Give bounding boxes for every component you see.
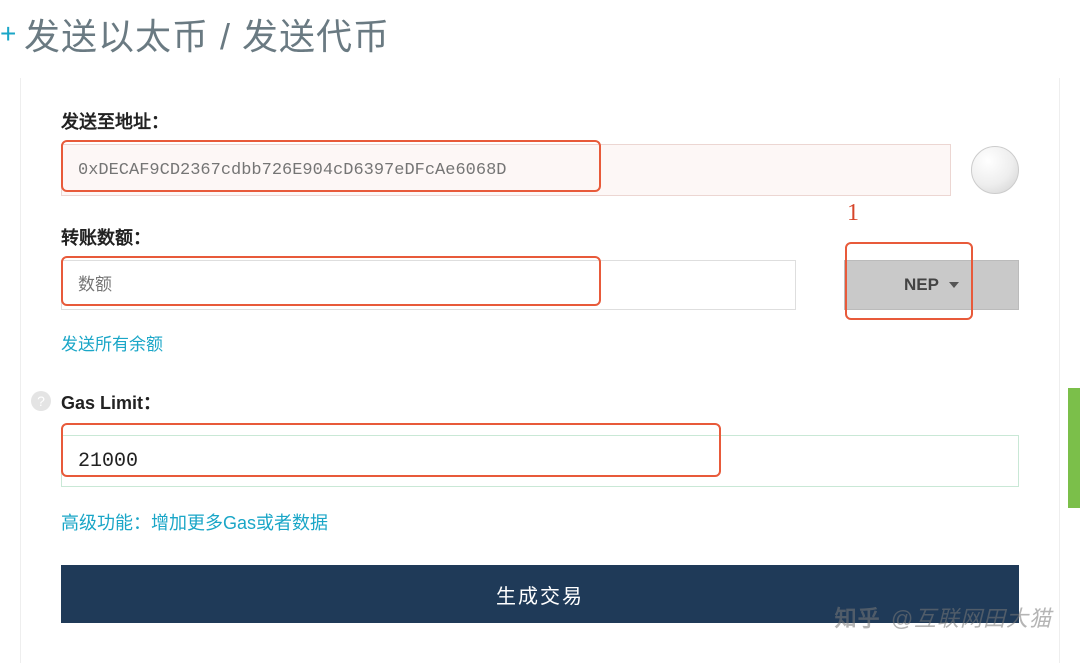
gas-limit-input[interactable]: [61, 435, 1019, 487]
caret-down-icon: [949, 282, 959, 288]
watermark-handle: @互联网田大猫: [891, 601, 1052, 633]
advanced-options-link[interactable]: 高级功能：增加更多Gas或者数据: [61, 509, 328, 535]
address-input[interactable]: [61, 144, 951, 196]
gas-label: Gas Limit：: [61, 389, 1019, 415]
help-icon[interactable]: ?: [31, 391, 51, 411]
page-title: 发送以太币 / 发送代币: [0, 0, 1080, 78]
token-selected-label: NEP: [904, 275, 939, 295]
gas-field-group: ? Gas Limit： 高级功能：增加更多Gas或者数据: [61, 389, 1019, 535]
annotation-marker-1: 1: [847, 200, 859, 227]
side-accent-bar: [1068, 388, 1080, 508]
zhihu-logo: 知乎: [835, 601, 881, 633]
plus-icon: +: [0, 18, 16, 50]
send-form-panel: 发送至地址： 1 转账数额： NEP 发送所有余额 ? Gas Limit： 高…: [20, 78, 1060, 663]
address-identicon: [971, 146, 1019, 194]
amount-label: 转账数额：: [61, 224, 1019, 250]
amount-input[interactable]: [61, 260, 796, 310]
address-field-group: 发送至地址： 1: [61, 108, 1019, 196]
watermark: 知乎 @互联网田大猫: [835, 601, 1052, 633]
send-all-link[interactable]: 发送所有余额: [61, 330, 163, 355]
token-dropdown[interactable]: NEP: [844, 260, 1019, 310]
amount-field-group: 转账数额： NEP: [61, 224, 1019, 310]
address-label: 发送至地址：: [61, 108, 1019, 134]
